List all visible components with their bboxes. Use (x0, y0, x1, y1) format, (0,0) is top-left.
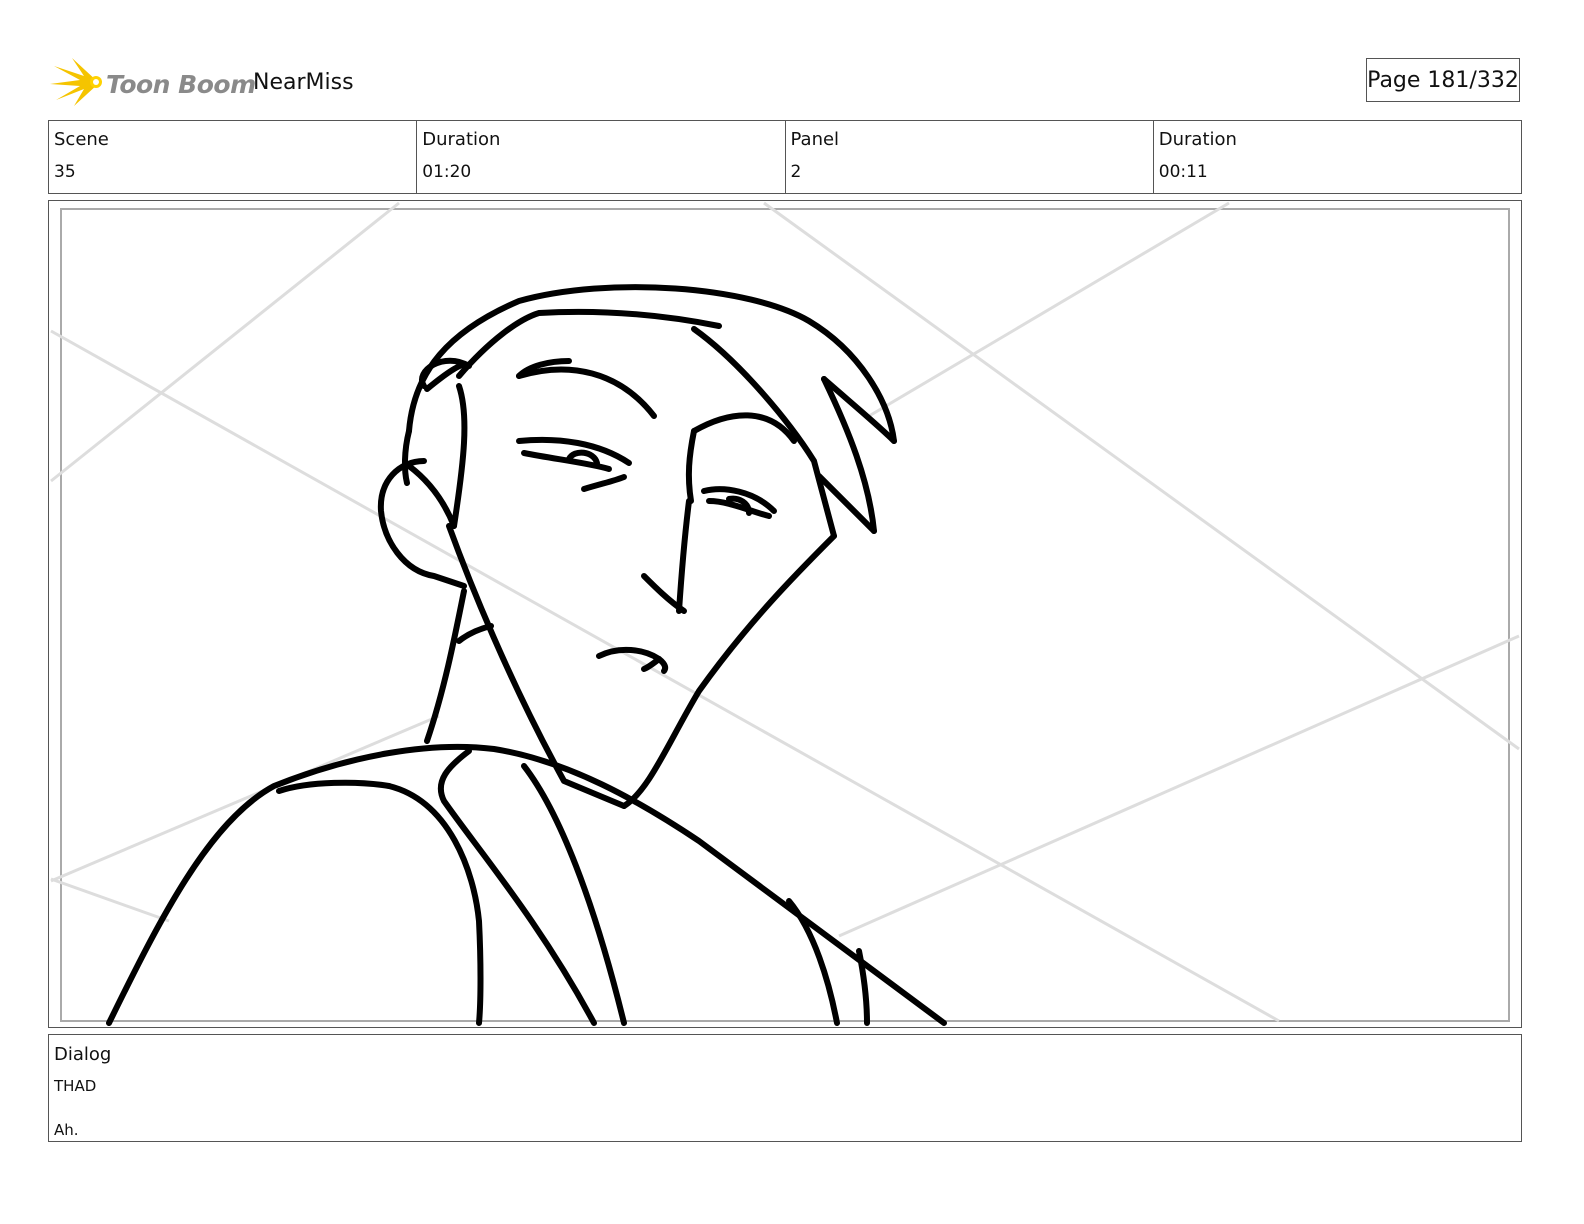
safe-area-frame (60, 208, 1510, 1022)
dialog-line: Ah. (54, 1121, 79, 1139)
scene-cell: Scene 35 (49, 121, 418, 193)
dialog-label: Dialog (54, 1044, 112, 1065)
panel-duration-cell: Duration 00:11 (1154, 121, 1521, 193)
storyboard-panel (48, 200, 1522, 1028)
panel-duration-label: Duration (1158, 129, 1237, 150)
dialog-character: THAD (54, 1077, 97, 1095)
scene-duration-value: 01:20 (422, 162, 472, 182)
character-line-art (106, 284, 947, 1026)
scene-label: Scene (54, 129, 109, 150)
starburst-icon (50, 58, 102, 106)
toon-boom-logo: Toon Boom (50, 56, 256, 106)
background-perspective-lines (50, 201, 1520, 1023)
logo-text: Toon Boom (106, 70, 256, 99)
page-header: Toon Boom NearMiss Page 181/332 (48, 52, 1538, 112)
project-name: NearMiss (253, 70, 354, 95)
scene-duration-cell: Duration 01:20 (417, 121, 786, 193)
panel-cell: Panel 2 (786, 121, 1154, 193)
panel-info-table: Scene 35 Duration 01:20 Panel 2 Duration… (48, 120, 1522, 194)
panel-duration-value: 00:11 (1158, 162, 1208, 182)
dialog-section: Dialog THAD Ah. (48, 1034, 1522, 1142)
scene-value: 35 (54, 162, 76, 182)
panel-value: 2 (790, 162, 802, 182)
page-indicator: Page 181/332 (1366, 58, 1520, 102)
panel-label: Panel (790, 129, 840, 150)
panel-drawing (50, 201, 1520, 1026)
scene-duration-label: Duration (422, 129, 501, 150)
